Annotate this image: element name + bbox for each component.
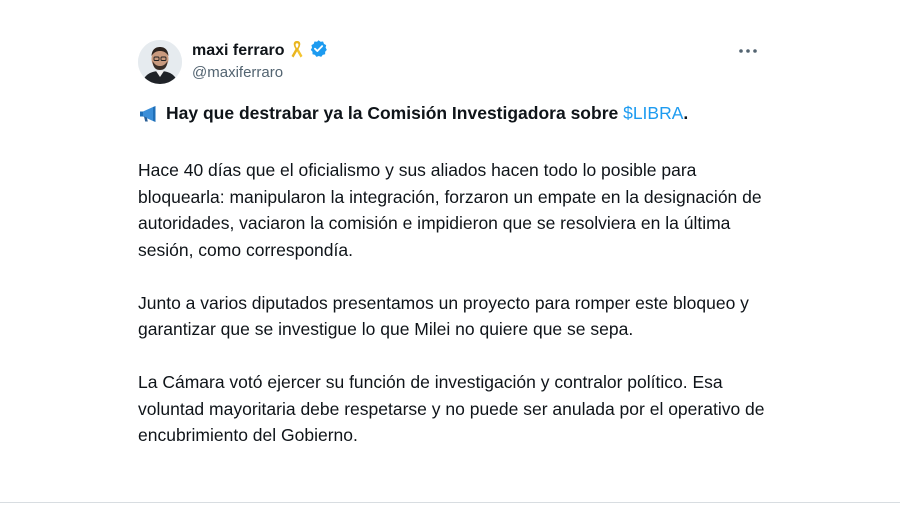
tweet-text: Hay que destrabar ya la Comisión Investi… bbox=[138, 100, 778, 475]
megaphone-icon bbox=[138, 104, 160, 131]
author-handle[interactable]: @maxiferraro bbox=[192, 64, 283, 81]
avatar[interactable] bbox=[138, 40, 182, 84]
avatar-photo bbox=[138, 40, 182, 84]
author-name[interactable]: maxi ferraro bbox=[192, 42, 285, 60]
divider bbox=[0, 502, 900, 503]
yellow-ribbon-icon bbox=[290, 39, 304, 64]
more-options-icon[interactable] bbox=[736, 41, 760, 61]
verified-badge-icon[interactable] bbox=[309, 39, 328, 63]
headline-text: Hay que destrabar ya la Comisión Investi… bbox=[166, 103, 624, 123]
headline-end: . bbox=[683, 103, 689, 123]
cashtag-link[interactable]: $LIBRA bbox=[623, 103, 683, 123]
tweet-headline: Hay que destrabar ya la Comisión Investi… bbox=[138, 100, 778, 131]
tweet-paragraph-2: Junto a varios diputados presentamos un … bbox=[138, 292, 749, 340]
author-name-row: maxi ferraro bbox=[192, 40, 328, 62]
tweet-paragraph-3: La Cámara votó ejercer su función de inv… bbox=[138, 372, 765, 445]
tweet-card: maxi ferraro @maxiferraro Hay que destra… bbox=[0, 0, 900, 505]
tweet-paragraph-1: Hace 40 días que el oficialismo y sus al… bbox=[138, 160, 762, 260]
